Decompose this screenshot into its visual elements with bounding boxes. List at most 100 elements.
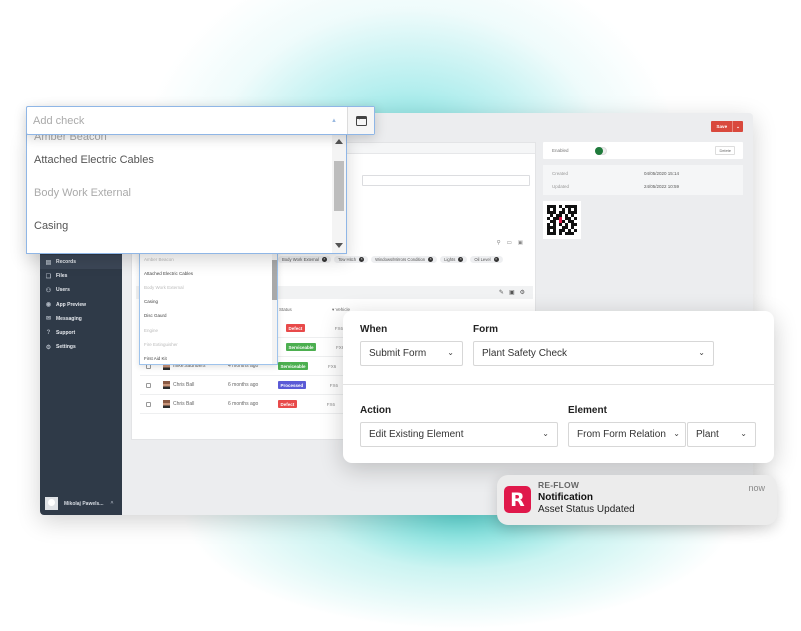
element-label: Element [568, 405, 607, 416]
row-checkbox[interactable] [146, 401, 151, 407]
option-item: Body Work External [144, 284, 184, 290]
push-notification[interactable]: R RE-FLOW Notification Asset Status Upda… [497, 475, 777, 525]
option-item[interactable]: Casing [27, 209, 346, 242]
scrollbar-thumb[interactable] [334, 161, 344, 211]
user-avatar [163, 381, 170, 389]
option-item: Engine [144, 327, 159, 333]
sidebar-item-label: Settings [56, 344, 76, 351]
gear-icon: ⚙ [45, 344, 52, 351]
row-checkbox[interactable] [146, 382, 151, 388]
user-cell: Chris Ball [173, 401, 195, 407]
dates-panel: Created 04/05/2020 15:14 Updated 24/05/2… [543, 165, 743, 195]
records-icon: ▤ [45, 259, 52, 266]
time-cell: 6 months ago [228, 401, 259, 407]
add-row-icon[interactable]: ▣ [509, 289, 515, 296]
status-badge: Processed [278, 381, 306, 389]
scroll-down-icon[interactable] [335, 243, 343, 248]
sidebar-item-label: Users [56, 287, 70, 294]
chevron-down-icon: ⌄ [673, 429, 680, 438]
scrollbar[interactable] [332, 133, 346, 253]
mail-icon: ✉ [45, 316, 52, 323]
remove-icon[interactable]: × [321, 257, 327, 262]
enabled-label: Enabled [552, 148, 569, 153]
check-chip: Windows/Mirrors Condition × [371, 256, 438, 263]
search-icon[interactable]: ⚲ [497, 240, 501, 246]
element-source-select[interactable]: From Form Relation ⌄ [568, 422, 686, 447]
inner-check-dropdown: Amber Beacon Attached Electric Cables Body… [139, 251, 278, 365]
delete-button[interactable]: Delete [715, 146, 735, 155]
vehicle-cell: FX6 [326, 401, 336, 407]
sidebar-item-messaging[interactable]: ✉ Messaging [40, 312, 122, 326]
option-item[interactable]: Casing [140, 295, 277, 309]
user-name: Mikolaj Pawels... [64, 500, 104, 507]
qr-code [543, 201, 581, 239]
sidebar-item-label: Messaging [56, 315, 82, 322]
vehicle-cell: FX6 [334, 325, 344, 331]
remove-icon[interactable]: × [458, 257, 464, 262]
sidebar-item-files[interactable]: ❏ Files [40, 269, 122, 283]
text-field[interactable] [362, 175, 530, 186]
user-avatar [163, 400, 170, 408]
stage: ▤ Records ❏ Files ⚇ Users ◉ App Preview … [0, 0, 801, 631]
notification-app-name: RE-FLOW [538, 480, 580, 490]
enabled-toggle[interactable] [594, 146, 607, 155]
qr-code-grid [547, 205, 577, 235]
sidebar-item-support[interactable]: ? Support [40, 326, 122, 340]
notification-message: Asset Status Updated [538, 504, 635, 515]
option-item: Amber Beacon [144, 256, 174, 262]
sidebar-item-app-preview[interactable]: ◉ App Preview [40, 298, 122, 312]
form-select[interactable]: Plant Safety Check ⌄ [473, 341, 714, 366]
card-icon[interactable]: ▭ [507, 240, 512, 246]
status-badge: Defect [278, 400, 297, 408]
sidebar-item-users[interactable]: ⚇ Users [40, 283, 122, 297]
chevron-down-icon: ⌄ [698, 348, 705, 357]
open-picker-button[interactable] [347, 107, 374, 134]
gear-icon[interactable]: ⚙ [520, 289, 525, 296]
sidebar-item-label: Support [56, 330, 76, 337]
user-menu[interactable]: Mikolaj Pawels... ^ [45, 497, 113, 510]
sidebar-item-records[interactable]: ▤ Records [40, 255, 122, 270]
save-button[interactable]: Save [711, 121, 732, 132]
eye-icon: ◉ [45, 302, 52, 309]
check-chip: Lights × [440, 256, 468, 263]
column-header-status[interactable]: Status [279, 307, 292, 312]
remove-icon[interactable]: × [493, 257, 499, 262]
external-picker-icon [355, 115, 367, 126]
scrollbar-thumb[interactable] [272, 260, 277, 300]
remove-icon[interactable]: × [359, 257, 365, 262]
action-select[interactable]: Edit Existing Element ⌄ [360, 422, 558, 447]
remove-icon[interactable]: × [428, 257, 434, 262]
status-badge: Serviceable [278, 362, 309, 370]
enabled-panel: Enabled Delete [543, 142, 743, 159]
add-check-select[interactable]: Add check ▲ [26, 106, 375, 135]
status-badge: Serviceable [286, 343, 317, 351]
option-item[interactable]: Disc Gaurd [140, 309, 277, 323]
updated-label: Updated [552, 184, 570, 189]
add-check-input[interactable]: Add check [27, 107, 327, 134]
selected-checks: Body Work External × Tow Hitch × Windows/M… [278, 256, 503, 263]
action-label: Action [360, 405, 392, 416]
avatar [45, 497, 58, 510]
save-options-chevron-icon[interactable]: ⌄ [732, 121, 743, 132]
option-item[interactable]: First Aid Kit [140, 351, 277, 364]
sidebar-item-settings[interactable]: ⚙ Settings [40, 340, 122, 354]
chevron-down-icon: ⌄ [542, 429, 549, 438]
edit-icon[interactable]: ✎ [499, 289, 504, 296]
chevron-up-icon: ^ [110, 500, 114, 507]
help-icon: ? [46, 330, 51, 337]
divider [343, 384, 774, 385]
sidebar-item-label: Files [56, 273, 68, 280]
option-item: Body Work External [34, 186, 132, 199]
scroll-up-icon[interactable] [335, 139, 343, 144]
created-label: Created [552, 171, 569, 176]
option-item[interactable]: Attached Electric Cables [140, 266, 277, 280]
add-icon[interactable]: ▣ [518, 240, 523, 246]
option-item[interactable]: Attached Electric Cables [27, 143, 346, 176]
scrollbar[interactable] [272, 252, 277, 364]
check-chip: Body Work External × [278, 256, 331, 263]
form-label: Form [473, 324, 498, 335]
when-select[interactable]: Submit Form ⌄ [360, 341, 463, 366]
element-select[interactable]: Plant ⌄ [687, 422, 756, 447]
chevron-down-icon: ⌄ [447, 348, 454, 357]
caret-up-icon[interactable]: ▲ [327, 107, 341, 134]
